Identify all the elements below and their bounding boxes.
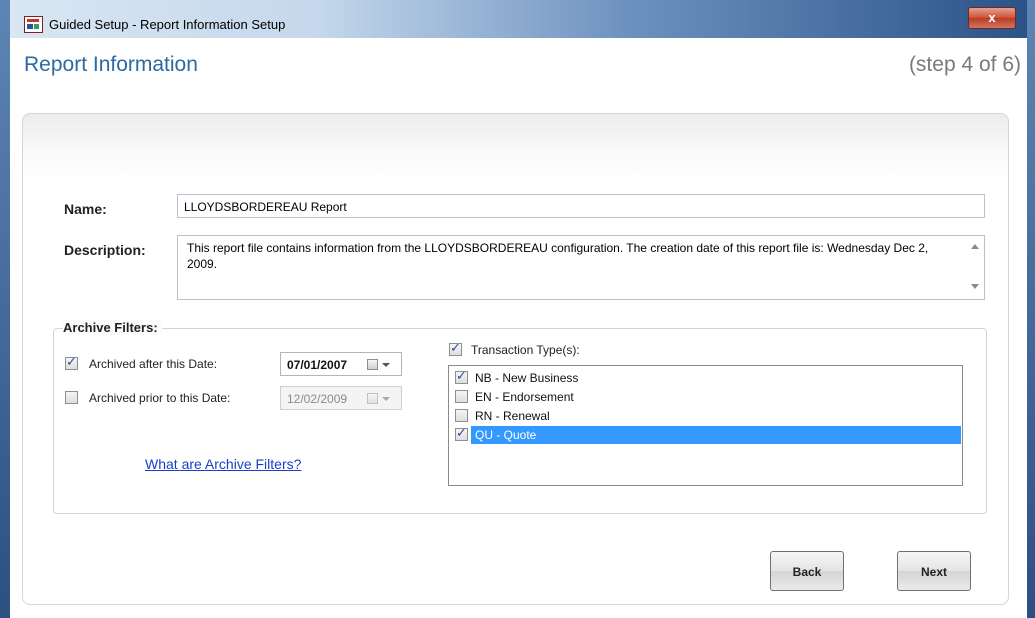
- calendar-icon[interactable]: [367, 393, 378, 404]
- calendar-icon[interactable]: [367, 359, 378, 370]
- chevron-down-icon[interactable]: [382, 397, 390, 401]
- archived-after-checkbox[interactable]: [65, 355, 78, 370]
- archived-prior-label: Archived prior to this Date:: [89, 391, 231, 405]
- transaction-types-list[interactable]: NB - New Business EN - Endorsement RN - …: [448, 365, 963, 486]
- archive-filters-help-link[interactable]: What are Archive Filters?: [145, 456, 301, 472]
- endorsement-checkbox[interactable]: [455, 390, 468, 403]
- title-bar[interactable]: Guided Setup - Report Information Setup: [10, 0, 1027, 38]
- page-title: Report Information: [24, 53, 198, 76]
- close-button[interactable]: x: [968, 7, 1016, 29]
- name-value: LLOYDSBORDEREAU Report: [184, 200, 347, 214]
- window-title: Guided Setup - Report Information Setup: [49, 17, 286, 32]
- archived-prior-date-value: 12/02/2009: [287, 392, 348, 406]
- next-button[interactable]: Next: [897, 551, 971, 591]
- archived-prior-checkbox[interactable]: [65, 391, 78, 404]
- archived-prior-date-picker[interactable]: 12/02/2009: [280, 386, 402, 410]
- list-item-renewal[interactable]: RN - Renewal: [453, 407, 961, 425]
- archived-after-label: Archived after this Date:: [89, 357, 218, 371]
- chevron-down-icon[interactable]: [382, 363, 390, 367]
- transaction-types-checkbox[interactable]: [449, 341, 462, 356]
- list-item-new-business[interactable]: NB - New Business: [453, 369, 961, 387]
- archived-after-date-picker[interactable]: 07/01/2007: [280, 352, 402, 376]
- transaction-types-label: Transaction Type(s):: [471, 343, 580, 357]
- close-icon: x: [988, 10, 996, 25]
- list-item-label: RN - Renewal: [475, 409, 550, 423]
- description-scrollbar[interactable]: [967, 236, 984, 299]
- list-item-quote[interactable]: QU - Quote: [453, 426, 961, 444]
- window-frame-right: [1027, 0, 1035, 618]
- scroll-up-arrow-icon[interactable]: [971, 244, 979, 249]
- archive-filters-title: Archive Filters:: [63, 320, 162, 335]
- description-value: This report file contains information fr…: [187, 241, 929, 271]
- list-item-label: EN - Endorsement: [475, 390, 574, 404]
- window-frame-left: [0, 0, 10, 618]
- new-business-checkbox[interactable]: [455, 369, 468, 384]
- list-item-label: QU - Quote: [475, 428, 537, 442]
- list-item-label: NB - New Business: [475, 371, 579, 385]
- back-button[interactable]: Back: [770, 551, 844, 591]
- quote-checkbox[interactable]: [455, 426, 468, 441]
- step-indicator: (step 4 of 6): [908, 53, 1021, 76]
- list-item-endorsement[interactable]: EN - Endorsement: [453, 388, 961, 406]
- scroll-down-arrow-icon[interactable]: [971, 284, 979, 289]
- guided-setup-window: Guided Setup - Report Information Setup …: [0, 0, 1035, 618]
- selection-highlight: [471, 426, 961, 444]
- renewal-checkbox[interactable]: [455, 409, 468, 422]
- description-textarea[interactable]: This report file contains information fr…: [177, 235, 985, 300]
- description-label: Description:: [64, 242, 146, 258]
- archived-after-date-value: 07/01/2007: [287, 358, 348, 372]
- app-icon: [24, 16, 43, 33]
- name-input[interactable]: LLOYDSBORDEREAU Report: [177, 194, 985, 218]
- name-label: Name:: [64, 201, 107, 217]
